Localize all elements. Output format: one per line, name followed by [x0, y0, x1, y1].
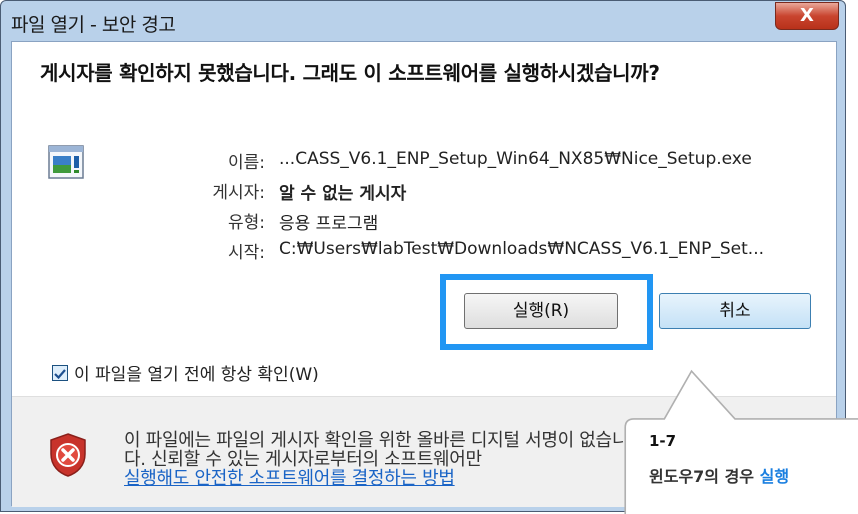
- publisher-value: 알 수 없는 게시자: [279, 184, 407, 204]
- always-ask-label[interactable]: 이 파일을 열기 전에 항상 확인(W): [74, 360, 319, 385]
- type-label: 유형:: [227, 213, 265, 233]
- type-value: 응용 프로그램: [279, 214, 379, 234]
- checkmark-icon: [54, 369, 66, 380]
- cancel-button[interactable]: 취소: [659, 293, 811, 329]
- from-value: C:₩Users₩labTest₩Downloads₩NCASS_V6.1_EN…: [279, 239, 765, 259]
- footer-text: 이 파일에는 파일의 게시자 확인을 위한 올바른 디지털 서명이 없습니다. …: [124, 430, 629, 470]
- application-icon: [48, 145, 84, 179]
- run-button-highlight: [440, 274, 653, 350]
- always-ask-checkbox[interactable]: [52, 365, 68, 381]
- name-label: 이름:: [227, 153, 265, 173]
- from-label: 시작:: [227, 243, 265, 263]
- warning-headline: 게시자를 확인하지 못했습니다. 그래도 이 소프트웨어를 실행하시겠습니까?: [40, 61, 660, 85]
- shield-error-icon: [50, 433, 86, 477]
- name-value: ...CASS_V6.1_ENP_Setup_Win64_NX85₩Nice_S…: [279, 149, 752, 169]
- callout-text: 윈도우7의 경우 실행: [649, 463, 789, 487]
- title-bar[interactable]: 파일 열기 - 보안 경고 X: [1, 1, 845, 41]
- callout-number: 1-7: [649, 432, 677, 450]
- callout-bubble: [624, 369, 858, 514]
- window-title: 파일 열기 - 보안 경고: [11, 14, 176, 36]
- safe-software-link[interactable]: 실행해도 안전한 소프트웨어를 결정하는 방법: [124, 468, 455, 489]
- callout-text-prefix: 윈도우7의 경우: [649, 467, 760, 486]
- close-button[interactable]: X: [775, 2, 839, 30]
- publisher-label: 게시자:: [212, 183, 265, 203]
- footer-message: 이 파일에는 파일의 게시자 확인을 위한 올바른 디지털 서명이 없습니다. …: [124, 431, 644, 488]
- callout-text-highlight: 실행: [759, 467, 790, 486]
